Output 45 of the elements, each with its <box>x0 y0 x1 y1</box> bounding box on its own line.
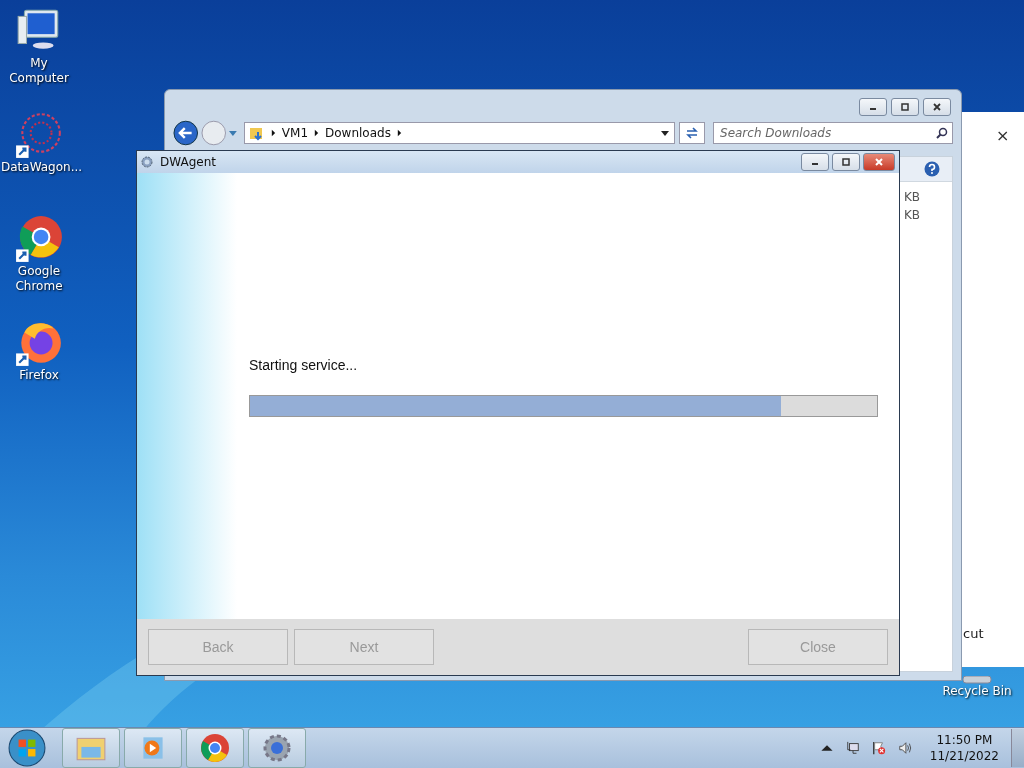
gear-icon <box>261 733 293 763</box>
icon-label: Firefox <box>18 368 60 383</box>
address-bar[interactable]: VM1 Downloads <box>243 122 676 144</box>
search-field[interactable]: Search Downloads <box>713 122 953 144</box>
flag-icon[interactable] <box>871 741 886 755</box>
refresh-icon <box>684 125 701 141</box>
file-size: KB <box>903 190 920 204</box>
speaker-icon[interactable] <box>897 741 912 755</box>
refresh-button[interactable] <box>679 122 705 144</box>
network-pattern-icon[interactable] <box>14 110 64 160</box>
network-icon[interactable] <box>845 741 860 755</box>
close-icon <box>874 157 884 167</box>
breadcrumb-item[interactable]: VM1 <box>281 126 308 140</box>
chevron-icon <box>270 129 276 137</box>
close-button[interactable]: × <box>996 126 1010 145</box>
breadcrumb-item[interactable]: Downloads <box>325 126 391 140</box>
taskbar-button[interactable] <box>248 728 306 768</box>
maximize-button[interactable] <box>891 98 919 116</box>
search-icon <box>936 127 948 139</box>
help-icon[interactable] <box>924 161 940 177</box>
chrome-icon[interactable] <box>14 214 64 264</box>
minimize-button[interactable] <box>801 153 829 171</box>
folder-icon <box>248 125 265 141</box>
dropdown-icon[interactable] <box>660 128 671 138</box>
icon-label: Recycle Bin <box>942 684 1012 699</box>
maximize-icon <box>841 157 851 167</box>
window-text: cut <box>963 626 984 641</box>
chrome-icon <box>199 733 231 763</box>
status-text: Starting service... <box>249 357 359 373</box>
start-button[interactable] <box>8 729 46 767</box>
chevron-icon <box>314 129 319 137</box>
minimize-button[interactable] <box>859 98 887 116</box>
taskbar-button[interactable] <box>186 728 244 768</box>
window-title: DWAgent <box>160 155 216 169</box>
file-size: KB <box>903 208 920 222</box>
clock-time[interactable]: 11:50 PM <box>936 732 993 748</box>
clock-date[interactable]: 11/21/2022 <box>929 748 999 764</box>
maximize-button[interactable] <box>832 153 860 171</box>
icon-label: Google Chrome <box>14 264 64 294</box>
maximize-icon <box>900 102 910 112</box>
chevron-icon <box>396 129 402 137</box>
close-button[interactable] <box>923 98 951 116</box>
gear-icon <box>141 156 153 168</box>
close-icon <box>932 102 942 112</box>
icon-label: My Computer <box>8 56 70 86</box>
